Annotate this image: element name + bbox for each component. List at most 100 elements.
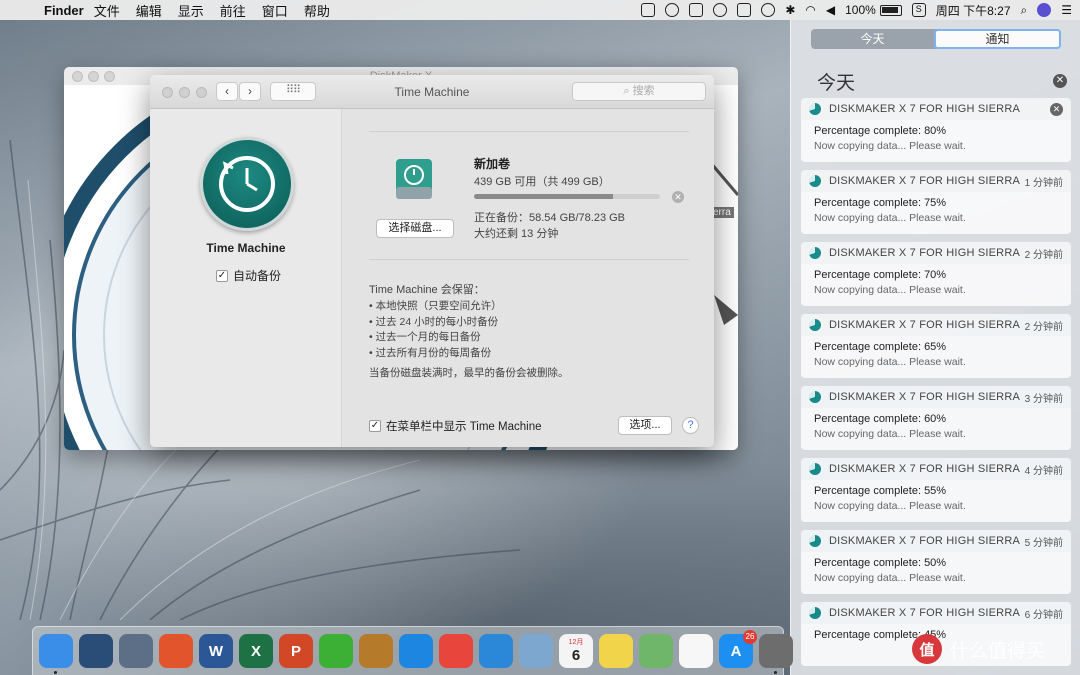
bookmark-icon[interactable] [737,3,752,17]
running-indicator [54,671,57,674]
tab-today[interactable]: 今天 [811,29,934,49]
notification-time: 6 分钟前 [1024,609,1063,621]
tab-notifications[interactable]: 通知 [934,29,1061,49]
dock-calendar-icon[interactable]: 12月 6 [559,634,593,668]
dock-photos-icon[interactable] [679,634,713,668]
dock-powerpoint-icon[interactable]: P [279,634,313,668]
diskmaker-minimize-button[interactable] [88,71,99,82]
tm-main-panel: 选择磁盘... 新加卷 439 GB 可用（共 499 GB） ✕ 正在备份：5… [342,109,714,447]
app-menu-finder[interactable]: Finder [44,3,84,18]
notification-app-name: DISKMAKER X 7 FOR HIGH SIERRA [829,247,1021,259]
time-machine-window[interactable]: Time Machine ‹ › ⠿⠿ ⌕ 搜索 Time Machine ✓ … [150,75,714,447]
dock-app-store-icon[interactable]: A 26 [719,630,757,668]
notification-header: DISKMAKER X 7 FOR HIGH SIERRA 2 分钟前 [801,242,1071,264]
notification-card[interactable]: DISKMAKER X 7 FOR HIGH SIERRA 1 分钟前 Perc… [801,170,1071,234]
checkmark-icon[interactable]: ✓ [369,420,381,432]
dock-lark-icon[interactable] [159,634,193,668]
dock-preview-icon[interactable] [519,634,553,668]
search-placeholder: 搜索 [632,85,655,97]
diskmaker-zoom-button[interactable] [104,71,115,82]
notification-title: Percentage complete: 60% [814,413,947,425]
time-machine-menu-icon[interactable] [761,3,776,17]
dock-finder-icon[interactable] [39,634,73,674]
menu-help[interactable]: 帮助 [304,1,330,20]
siri-icon[interactable] [1037,3,1052,17]
disk-availability: 439 GB 可用（共 499 GB） [474,176,610,188]
clock[interactable]: 周四 下午8:27 [936,2,1011,19]
dock-word-icon[interactable]: W [199,634,233,668]
tm-zoom-button[interactable] [196,87,207,98]
status-app-icon[interactable] [641,3,656,17]
notification-app-name: DISKMAKER X 7 FOR HIGH SIERRA [829,463,1021,475]
battery-percent[interactable]: 100% [845,3,876,17]
bluetooth-icon[interactable]: ✱ [785,3,795,17]
menu-go[interactable]: 前往 [220,1,246,20]
tm-sidebar: Time Machine ✓ 自动备份 [150,109,342,447]
spotlight-icon[interactable]: ⌕ [1021,3,1028,18]
dock-icon-glyph: W [208,642,224,660]
checkmark-icon[interactable]: ✓ [216,269,228,282]
notification-app-name: DISKMAKER X 7 FOR HIGH SIERRA [829,319,1021,331]
dock-maps-icon[interactable] [639,634,673,668]
input-method-icon[interactable] [689,3,704,17]
notification-time: 3 分钟前 [1024,393,1063,405]
dock-launchpad-icon[interactable] [119,634,153,668]
notification-app-name: DISKMAKER X 7 FOR HIGH SIERRA [829,175,1021,187]
menu-view[interactable]: 显示 [178,1,204,20]
dock-notes-icon[interactable] [599,634,633,668]
notification-title: Percentage complete: 65% [814,341,947,353]
tm-close-button[interactable] [162,87,173,98]
notification-body: Now copying data... Please wait. [814,572,966,584]
dock-acorn-icon[interactable] [359,634,393,668]
forward-button[interactable]: › [239,82,261,101]
dock-chrome-icon[interactable] [439,634,473,668]
tm-app-label: Time Machine [206,241,286,255]
dock-excel-icon[interactable]: X [239,634,273,668]
stop-backup-icon[interactable]: ✕ [672,191,684,203]
notification-app-name: DISKMAKER X 7 FOR HIGH SIERRA [829,391,1021,403]
show-all-grid-button[interactable]: ⠿⠿ [270,82,316,101]
nc-section-title: 今天 [817,73,856,94]
dock-mission-control-icon[interactable] [79,634,113,668]
mic-icon[interactable] [665,3,680,17]
select-disk-button[interactable]: 选择磁盘... [376,219,454,238]
clear-section-icon[interactable]: ✕ [1053,74,1067,88]
menu-edit[interactable]: 编辑 [136,1,162,20]
volume-icon[interactable]: ◀ [826,3,835,17]
diskmaker-app-icon [809,463,821,475]
menu-file[interactable]: 文件 [94,1,120,20]
notification-center-icon[interactable]: ☰ [1061,3,1072,17]
battery-icon[interactable] [879,4,902,16]
info-icon[interactable] [713,3,728,17]
auto-backup-checkbox[interactable]: ✓ 自动备份 [216,267,281,284]
search-input[interactable]: ⌕ 搜索 [572,82,706,101]
notification-header: DISKMAKER X 7 FOR HIGH SIERRA ✕ [801,98,1071,120]
options-button[interactable]: 选项... [618,416,672,435]
tm-minimize-button[interactable] [179,87,190,98]
notification-center: 今天 通知 今天 ✕ DISKMAKER X 7 FOR HIGH SIERRA… [790,20,1080,675]
notification-card[interactable]: DISKMAKER X 7 FOR HIGH SIERRA 2 分钟前 Perc… [801,242,1071,306]
wifi-icon[interactable]: ◠ [805,3,815,17]
dock-system-preferences-icon[interactable] [759,634,793,674]
keeps-item: 过去一个月的每日备份 [369,330,502,346]
dock-safari-icon[interactable] [399,634,433,668]
show-in-menubar-checkbox[interactable]: ✓ 在菜单栏中显示 Time Machine [369,418,542,434]
dock-edge-icon[interactable] [479,634,513,668]
show-in-menubar-label: 在菜单栏中显示 Time Machine [386,421,542,433]
notification-card[interactable]: DISKMAKER X 7 FOR HIGH SIERRA 4 分钟前 Perc… [801,458,1071,522]
menu-bar: Finder 文件 编辑 显示 前往 窗口 帮助 ✱ ◠ ◀ 100% S 周四… [0,0,1080,20]
notification-app-name: DISKMAKER X 7 FOR HIGH SIERRA [829,103,1021,115]
help-button[interactable]: ? [682,417,699,434]
app-status-s-icon[interactable]: S [911,3,926,17]
diskmaker-close-button[interactable] [72,71,83,82]
notification-card[interactable]: DISKMAKER X 7 FOR HIGH SIERRA 2 分钟前 Perc… [801,314,1071,378]
close-notification-icon[interactable]: ✕ [1050,102,1063,116]
dock-wechat-icon[interactable] [319,634,353,668]
notification-time: 1 分钟前 [1024,177,1063,189]
notification-card[interactable]: DISKMAKER X 7 FOR HIGH SIERRA 3 分钟前 Perc… [801,386,1071,450]
back-button[interactable]: ‹ [216,82,238,101]
notification-card[interactable]: DISKMAKER X 7 FOR HIGH SIERRA ✕ Percenta… [801,98,1071,162]
menu-window[interactable]: 窗口 [262,1,288,20]
notification-card[interactable]: DISKMAKER X 7 FOR HIGH SIERRA 5 分钟前 Perc… [801,530,1071,594]
status-menus: ✱ ◠ ◀ 100% S 周四 下午8:27 ⌕ ☰ [631,0,1072,20]
